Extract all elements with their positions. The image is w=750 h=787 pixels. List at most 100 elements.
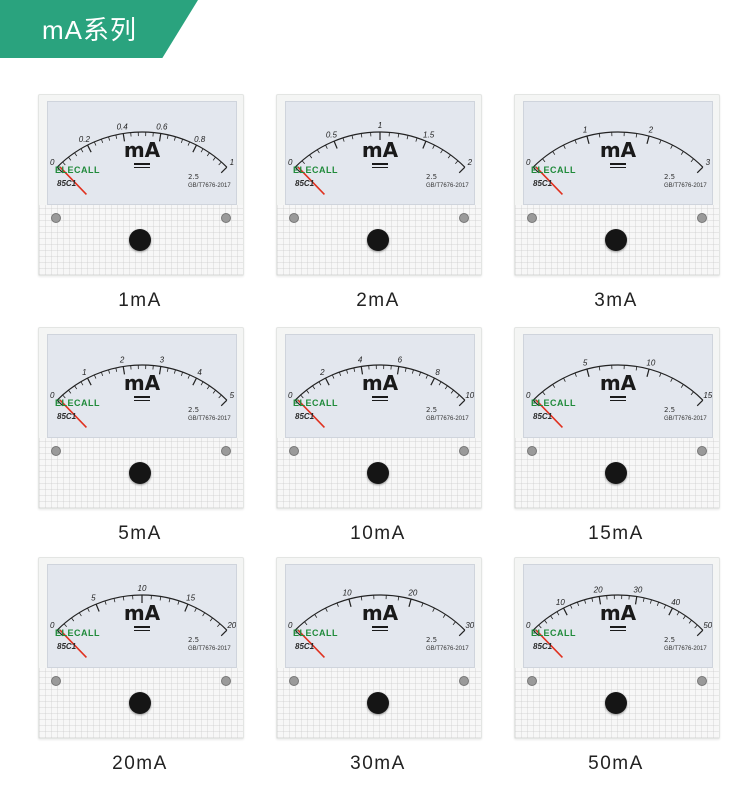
screw-icon (459, 676, 469, 686)
major-tick (459, 167, 465, 173)
zero-adjust-knob[interactable] (129, 462, 151, 484)
meter-card: 00.20.40.60.81 mA ELECALL 85C1 2.5 GB/T7… (38, 94, 264, 324)
zero-adjust-knob[interactable] (367, 229, 389, 251)
dc-symbol-icon (372, 396, 388, 402)
standard-label: GB/T7676-2017 (664, 646, 707, 652)
dial-face: 0123 mA ELECALL 85C1 2.5 GB/T7676-2017 (523, 101, 713, 205)
major-tick (459, 630, 465, 636)
dial-face: 051015 mA ELECALL 85C1 2.5 GB/T7676-2017 (523, 334, 713, 438)
unit-label: mA (524, 371, 712, 395)
dc-symbol-icon (134, 163, 150, 169)
minor-tick (219, 162, 222, 165)
brand-label: ELECALL (293, 398, 338, 408)
meter-body: 05101520 mA ELECALL 85C1 2.5 GB/T7676-20… (38, 557, 244, 739)
unit-label: mA (286, 138, 474, 162)
scale-label: 4 (358, 356, 363, 365)
meter-card: 0102030 mA ELECALL 85C1 2.5 GB/T7676-201… (276, 557, 502, 787)
dial-face: 05101520 mA ELECALL 85C1 2.5 GB/T7676-20… (47, 564, 237, 668)
accuracy-class: 2.5 (188, 636, 199, 644)
meter-body: 012345 mA ELECALL 85C1 2.5 GB/T7676-2017 (38, 327, 244, 509)
standard-label: GB/T7676-2017 (426, 646, 469, 652)
unit-label: mA (286, 601, 474, 625)
minor-tick (361, 133, 362, 137)
standard-label: GB/T7676-2017 (664, 183, 707, 189)
scale-label: 3 (160, 356, 165, 365)
zero-adjust-knob[interactable] (605, 229, 627, 251)
standard-label: GB/T7676-2017 (664, 416, 707, 422)
accuracy-class: 2.5 (426, 173, 437, 181)
meter-caption: 5mA (38, 523, 242, 545)
model-label: 85C1 (57, 179, 76, 188)
meter-cover (39, 668, 243, 738)
scale-label: 10 (343, 588, 352, 597)
meter-card: 0246810 mA ELECALL 85C1 2.5 GB/T7676-201… (276, 327, 502, 557)
zero-adjust-knob[interactable] (605, 692, 627, 714)
scale-label: 20 (593, 586, 603, 595)
zero-adjust-knob[interactable] (367, 692, 389, 714)
major-tick (221, 167, 227, 173)
meter-caption: 1mA (38, 290, 242, 312)
meter-body: 0102030 mA ELECALL 85C1 2.5 GB/T7676-201… (276, 557, 482, 739)
major-tick (459, 400, 465, 406)
meter-card: 0123 mA ELECALL 85C1 2.5 GB/T7676-2017 3… (514, 94, 740, 324)
major-tick (697, 400, 703, 406)
accuracy-class: 2.5 (188, 173, 199, 181)
minor-tick (123, 596, 124, 600)
scale-label: 30 (633, 586, 642, 595)
meter-caption: 3mA (514, 290, 718, 312)
meter-card: 01020304050 mA ELECALL 85C1 2.5 GB/T7676… (514, 557, 740, 787)
accuracy-class: 2.5 (664, 173, 675, 181)
model-label: 85C1 (533, 412, 552, 421)
brand-label: ELECALL (531, 398, 576, 408)
screw-icon (221, 446, 231, 456)
dc-symbol-icon (372, 626, 388, 632)
minor-tick (398, 596, 399, 600)
meter-body: 0246810 mA ELECALL 85C1 2.5 GB/T7676-201… (276, 327, 482, 509)
meter-cover (515, 668, 719, 738)
screw-icon (289, 676, 299, 686)
minor-tick (457, 395, 460, 398)
dc-symbol-icon (610, 396, 626, 402)
model-label: 85C1 (295, 179, 314, 188)
standard-label: GB/T7676-2017 (188, 646, 231, 652)
major-tick (221, 400, 227, 406)
zero-adjust-knob[interactable] (367, 462, 389, 484)
dial-face: 012345 mA ELECALL 85C1 2.5 GB/T7676-2017 (47, 334, 237, 438)
screw-icon (459, 446, 469, 456)
screw-icon (697, 676, 707, 686)
dial-face: 01020304050 mA ELECALL 85C1 2.5 GB/T7676… (523, 564, 713, 668)
accuracy-class: 2.5 (664, 406, 675, 414)
dc-symbol-icon (134, 396, 150, 402)
meter-caption: 20mA (38, 753, 242, 775)
dial-face: 00.511.52 mA ELECALL 85C1 2.5 GB/T7676-2… (285, 101, 475, 205)
dial-face: 00.20.40.60.81 mA ELECALL 85C1 2.5 GB/T7… (47, 101, 237, 205)
zero-adjust-knob[interactable] (129, 692, 151, 714)
dc-symbol-icon (372, 163, 388, 169)
unit-label: mA (524, 138, 712, 162)
unit-label: mA (48, 138, 236, 162)
brand-label: ELECALL (531, 165, 576, 175)
screw-icon (51, 676, 61, 686)
model-label: 85C1 (295, 642, 314, 651)
meter-body: 01020304050 mA ELECALL 85C1 2.5 GB/T7676… (514, 557, 720, 739)
meter-body: 051015 mA ELECALL 85C1 2.5 GB/T7676-2017 (514, 327, 720, 509)
screw-icon (51, 213, 61, 223)
minor-tick (636, 366, 637, 370)
meter-cover (515, 438, 719, 508)
zero-adjust-knob[interactable] (605, 462, 627, 484)
scale-label: 1 (583, 125, 587, 134)
zero-adjust-knob[interactable] (129, 229, 151, 251)
meter-caption: 50mA (514, 753, 718, 775)
dc-symbol-icon (610, 163, 626, 169)
accuracy-class: 2.5 (664, 636, 675, 644)
screw-icon (289, 446, 299, 456)
minor-tick (599, 366, 600, 370)
minor-tick (636, 133, 637, 137)
unit-label: mA (48, 371, 236, 395)
accuracy-class: 2.5 (426, 406, 437, 414)
meter-caption: 10mA (276, 523, 480, 545)
dial-face: 0102030 mA ELECALL 85C1 2.5 GB/T7676-201… (285, 564, 475, 668)
minor-tick (398, 133, 399, 137)
meter-card: 051015 mA ELECALL 85C1 2.5 GB/T7676-2017… (514, 327, 740, 557)
brand-label: ELECALL (55, 628, 100, 638)
